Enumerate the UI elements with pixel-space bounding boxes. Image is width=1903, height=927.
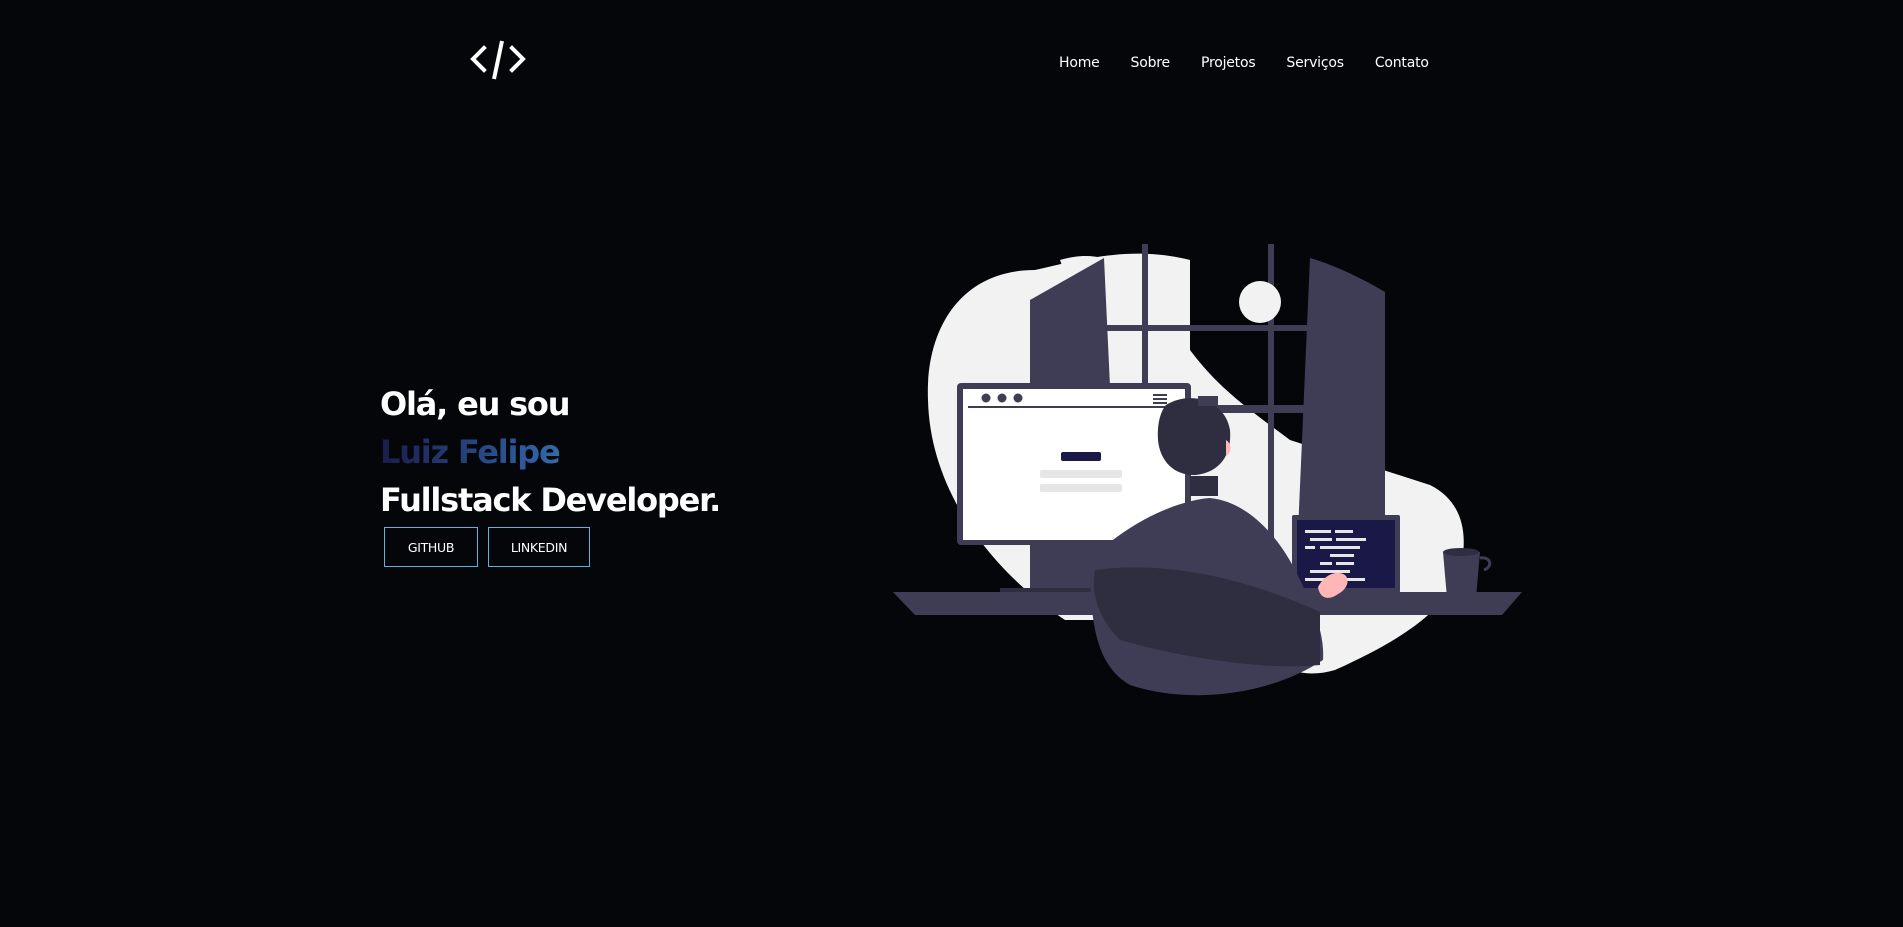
github-button[interactable]: GITHUB	[384, 527, 478, 567]
coffee-mug	[1443, 552, 1480, 598]
window-frame-bar	[1210, 405, 1310, 413]
nav-contato[interactable]: Contato	[1375, 52, 1429, 74]
nav-sobre[interactable]: Sobre	[1131, 52, 1171, 74]
moon	[1239, 281, 1281, 323]
hero-role: Fullstack Developer.	[380, 481, 721, 519]
hero-buttons: GITHUB LINKEDIN	[384, 527, 590, 567]
code-brackets-icon[interactable]	[470, 38, 526, 82]
monitor-heading-bar	[1061, 452, 1101, 461]
hero-greeting: Olá, eu sou	[380, 385, 571, 423]
page: Home Sobre Projetos Serviços Contato Olá…	[0, 0, 1903, 927]
monitor-topbar	[963, 389, 1185, 400]
nav-servicos[interactable]: Serviços	[1286, 52, 1344, 74]
person-head	[1157, 398, 1231, 476]
hero-name: Luiz Felipe	[380, 428, 720, 476]
window-frame-horizontal	[1105, 325, 1310, 331]
nav-projetos[interactable]: Projetos	[1201, 52, 1256, 74]
hero-text: Olá, eu sou Luiz Felipe Fullstack Develo…	[380, 380, 721, 524]
main-nav: Home Sobre Projetos Serviços Contato	[1059, 52, 1460, 74]
developer-at-desk-illustration	[893, 244, 1522, 696]
linkedin-button[interactable]: LINKEDIN	[488, 527, 590, 567]
nav-home[interactable]: Home	[1059, 52, 1100, 74]
